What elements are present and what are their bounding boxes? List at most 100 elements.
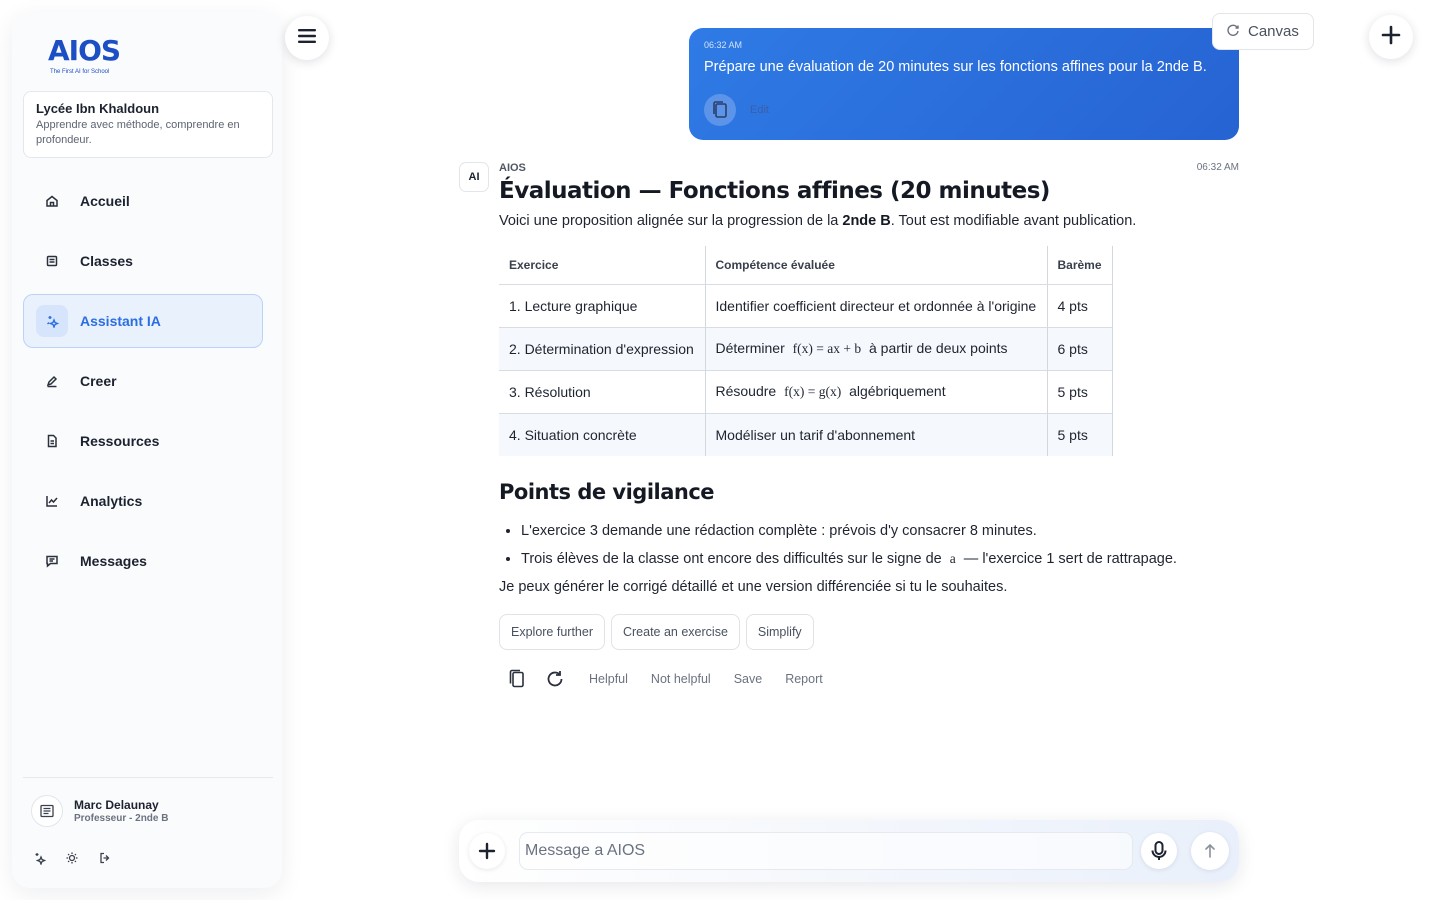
points-cell: 4 pts [1046, 283, 1113, 327]
response-intro: Voici une proposition alignée sur la pro… [499, 213, 1239, 229]
exercise-cell: 2. Détermination d'expression [499, 326, 705, 370]
school-name: Lycée Ibn Khaldoun [36, 101, 160, 116]
response-title: Évaluation — Fonctions affines (20 minut… [499, 178, 1050, 204]
sidebar-item-classes[interactable]: Classes [23, 234, 263, 288]
suggestion-simplify[interactable]: Simplify [745, 614, 814, 650]
message-timestamp: 06:32 AM [1196, 162, 1239, 173]
skill-text: Déterminer [715, 340, 785, 356]
hamburger-icon [298, 28, 316, 49]
sidebar-item-label: Assistant IA [80, 313, 161, 329]
list-item-text: Trois élèves de la classe ont encore des… [521, 551, 942, 567]
sidebar-item-label: Messages [80, 553, 147, 569]
exercise-cell: 4. Situation concrète [499, 412, 705, 456]
points-cell: 5 pts [1046, 412, 1113, 456]
attach-button[interactable] [469, 833, 505, 869]
skill-cell: Déterminer f(x) = ax + b à partir de deu… [704, 326, 1047, 370]
brand-name: AIOS [48, 34, 121, 67]
ai-message-body: Évaluation — Fonctions affines (20 minut… [499, 178, 1239, 697]
suggestion-explore-further[interactable]: Explore further [499, 614, 605, 650]
list-item-text: — l'exercice 1 sert de rattrapage. [963, 551, 1177, 567]
sidebar-item-ressources[interactable]: Ressources [23, 414, 263, 468]
plus-icon [478, 842, 496, 860]
message-timestamp: 06:32 AM [704, 40, 743, 50]
suggestion-create-exercise[interactable]: Create an exercise [610, 614, 740, 650]
sidebar-item-messages[interactable]: Messages [23, 534, 263, 588]
send-button[interactable] [1191, 832, 1229, 870]
skill-cell: Résoudre f(x) = g(x) algébriquement [704, 369, 1047, 413]
not-helpful-button[interactable]: Not helpful [651, 672, 711, 686]
list-item: L'exercice 3 demande une rédaction compl… [521, 517, 1239, 545]
suggestion-chips: Explore further Create an exercise Simpl… [499, 614, 1239, 650]
sidebar-item-analytics[interactable]: Analytics [23, 474, 263, 528]
intro-text: . Tout est modifiable avant publication. [890, 213, 1137, 229]
arrow-up-icon [1205, 843, 1215, 858]
math-expression: f(x) = g(x) [784, 384, 842, 399]
voice-input-button[interactable] [1141, 833, 1177, 869]
copy-icon [509, 669, 524, 688]
pen-icon [36, 365, 68, 397]
sidebar-item-creer[interactable]: Creer [23, 354, 263, 408]
home-icon [36, 185, 68, 217]
message-composer [459, 820, 1239, 882]
user-profile[interactable]: Marc Delaunay Professeur - 2nde B [31, 795, 168, 827]
avatar [31, 795, 63, 827]
edit-button[interactable]: Edit [750, 104, 769, 116]
sidebar-item-assistant-ia[interactable]: Assistant IA [23, 294, 263, 348]
copy-button[interactable] [499, 661, 535, 697]
intro-text: Voici une proposition alignée sur la pro… [499, 213, 843, 229]
user-message-text: Prépare une évaluation de 20 minutes sur… [704, 59, 1207, 75]
plus-icon [1381, 25, 1401, 50]
brand-logo[interactable]: AIOS The First AI for School [48, 34, 144, 84]
message-input[interactable] [519, 832, 1133, 870]
sidebar: AIOS The First AI for School Lycée Ibn K… [12, 12, 282, 888]
math-expression: f(x) = ax + b [792, 341, 862, 356]
skill-text: Identifier coefficient directeur et ordo… [715, 297, 1037, 314]
logout-icon[interactable] [97, 850, 113, 866]
intro-class-name: 2nde B [842, 213, 891, 229]
sidebar-divider [23, 777, 273, 778]
skill-text: à partir de deux points [869, 340, 1008, 356]
table-row: 1. Lecture graphique Identifier coeffici… [499, 283, 1113, 327]
sidebar-item-label: Analytics [80, 493, 143, 509]
theme-sun-icon[interactable] [64, 850, 80, 866]
list-item: Trois élèves de la classe ont encore des… [521, 545, 1239, 573]
copy-icon [713, 101, 727, 118]
sidebar-nav: Accueil Classes Assistant IA Creer Resso… [23, 174, 263, 594]
menu-toggle-button[interactable] [285, 16, 329, 60]
skill-cell: Identifier coefficient directeur et ordo… [704, 283, 1047, 327]
table-row: 2. Détermination d'expression Déterminer… [499, 326, 1113, 370]
evaluation-table: Exercice Compétence évaluée Barème 1. Le… [499, 246, 1113, 456]
user-message-actions: Edit [704, 94, 769, 126]
message-icon [36, 545, 68, 577]
section-title: Points de vigilance [499, 480, 715, 504]
report-button[interactable]: Report [785, 672, 823, 686]
points-cell: 5 pts [1046, 369, 1113, 413]
skill-text: Résoudre [715, 383, 777, 399]
canvas-button[interactable]: Canvas [1212, 13, 1314, 50]
table-row: 4. Situation concrète Modéliser un tarif… [499, 412, 1113, 456]
sparkle-icon[interactable] [31, 850, 47, 866]
vigilance-list: L'exercice 3 demande une rédaction compl… [499, 517, 1239, 573]
column-header: Barème [1046, 246, 1113, 285]
school-motto: Apprendre avec méthode, comprendre en pr… [36, 119, 240, 146]
ai-sender-name: AIOS [499, 162, 526, 174]
copy-button[interactable] [704, 94, 736, 126]
sparkle-icon [36, 305, 68, 337]
user-message-bubble: 06:32 AM Prépare une évaluation de 20 mi… [689, 28, 1239, 140]
regenerate-button[interactable] [537, 661, 573, 697]
user-name: Marc Delaunay [74, 798, 159, 812]
classes-icon [36, 245, 68, 277]
school-card[interactable]: Lycée Ibn Khaldoun Apprendre avec méthod… [23, 91, 273, 158]
points-cell: 6 pts [1046, 326, 1113, 370]
user-info: Marc Delaunay Professeur - 2nde B [74, 798, 168, 824]
helpful-button[interactable]: Helpful [589, 672, 628, 686]
new-chat-button[interactable] [1369, 15, 1413, 59]
exercise-cell: 1. Lecture graphique [499, 283, 705, 327]
column-header: Compétence évaluée [704, 246, 1047, 285]
sidebar-item-accueil[interactable]: Accueil [23, 174, 263, 228]
sidebar-item-label: Accueil [80, 193, 130, 209]
save-button[interactable]: Save [734, 672, 763, 686]
column-header: Exercice [499, 246, 705, 285]
refresh-icon [547, 671, 563, 687]
skill-cell: Modéliser un tarif d'abonnement [704, 412, 1047, 456]
